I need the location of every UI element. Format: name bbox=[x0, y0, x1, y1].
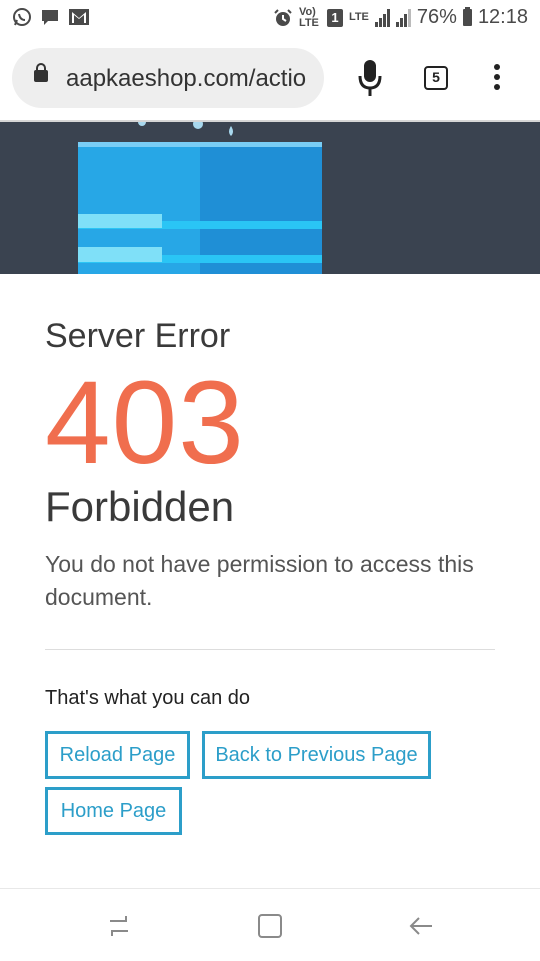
lock-icon bbox=[34, 63, 48, 82]
message-icon bbox=[42, 10, 58, 25]
status-indicators: Vo) LTE 1 LTE 76% 12:18 bbox=[273, 6, 528, 29]
url-text[interactable]: aapkaeshop.com/actio bbox=[66, 65, 316, 93]
overflow-menu-icon[interactable] bbox=[492, 64, 502, 94]
error-message: You do not have permission to access thi… bbox=[45, 551, 474, 610]
reload-page-button[interactable]: Reload Page bbox=[45, 731, 190, 779]
error-title: Forbidden bbox=[45, 483, 235, 530]
system-nav-bar bbox=[0, 888, 540, 961]
clock: 12:18 bbox=[477, 6, 528, 28]
actions-heading: That's what you can do bbox=[45, 687, 251, 709]
recent-apps-icon[interactable] bbox=[106, 913, 132, 939]
network-label: LTE bbox=[348, 11, 369, 23]
alarm-icon bbox=[274, 8, 292, 26]
error-code: 403 bbox=[45, 357, 245, 489]
signal-strength-icon bbox=[374, 8, 390, 27]
microphone-icon[interactable] bbox=[356, 58, 384, 98]
whatsapp-icon bbox=[13, 8, 31, 26]
error-eyebrow: Server Error bbox=[45, 317, 231, 355]
gmail-icon bbox=[69, 9, 89, 25]
sim-badge: 1 bbox=[326, 8, 343, 27]
browser-toolbar: aapkaeshop.com/actio 5 bbox=[0, 36, 540, 120]
back-to-previous-page-button[interactable]: Back to Previous Page bbox=[202, 731, 431, 779]
battery-icon bbox=[462, 7, 472, 26]
back-icon[interactable] bbox=[408, 913, 434, 939]
server-illustration bbox=[78, 122, 322, 274]
status-bar: Vo) LTE 1 LTE 76% 12:18 bbox=[0, 0, 540, 36]
volte-label: Vo) LTE bbox=[298, 5, 319, 29]
error-content: Server Error 403 Forbidden You do not ha… bbox=[45, 314, 495, 614]
hero-illustration bbox=[0, 122, 540, 274]
tab-switcher-icon[interactable]: 5 bbox=[424, 66, 448, 90]
address-bar[interactable]: aapkaeshop.com/actio bbox=[12, 48, 324, 108]
signal-strength-2-icon bbox=[395, 8, 411, 27]
home-icon[interactable] bbox=[258, 914, 282, 938]
battery-percent: 76% bbox=[416, 6, 457, 28]
content-divider bbox=[45, 649, 495, 650]
home-page-button[interactable]: Home Page bbox=[45, 787, 182, 835]
notification-icons bbox=[12, 7, 90, 27]
